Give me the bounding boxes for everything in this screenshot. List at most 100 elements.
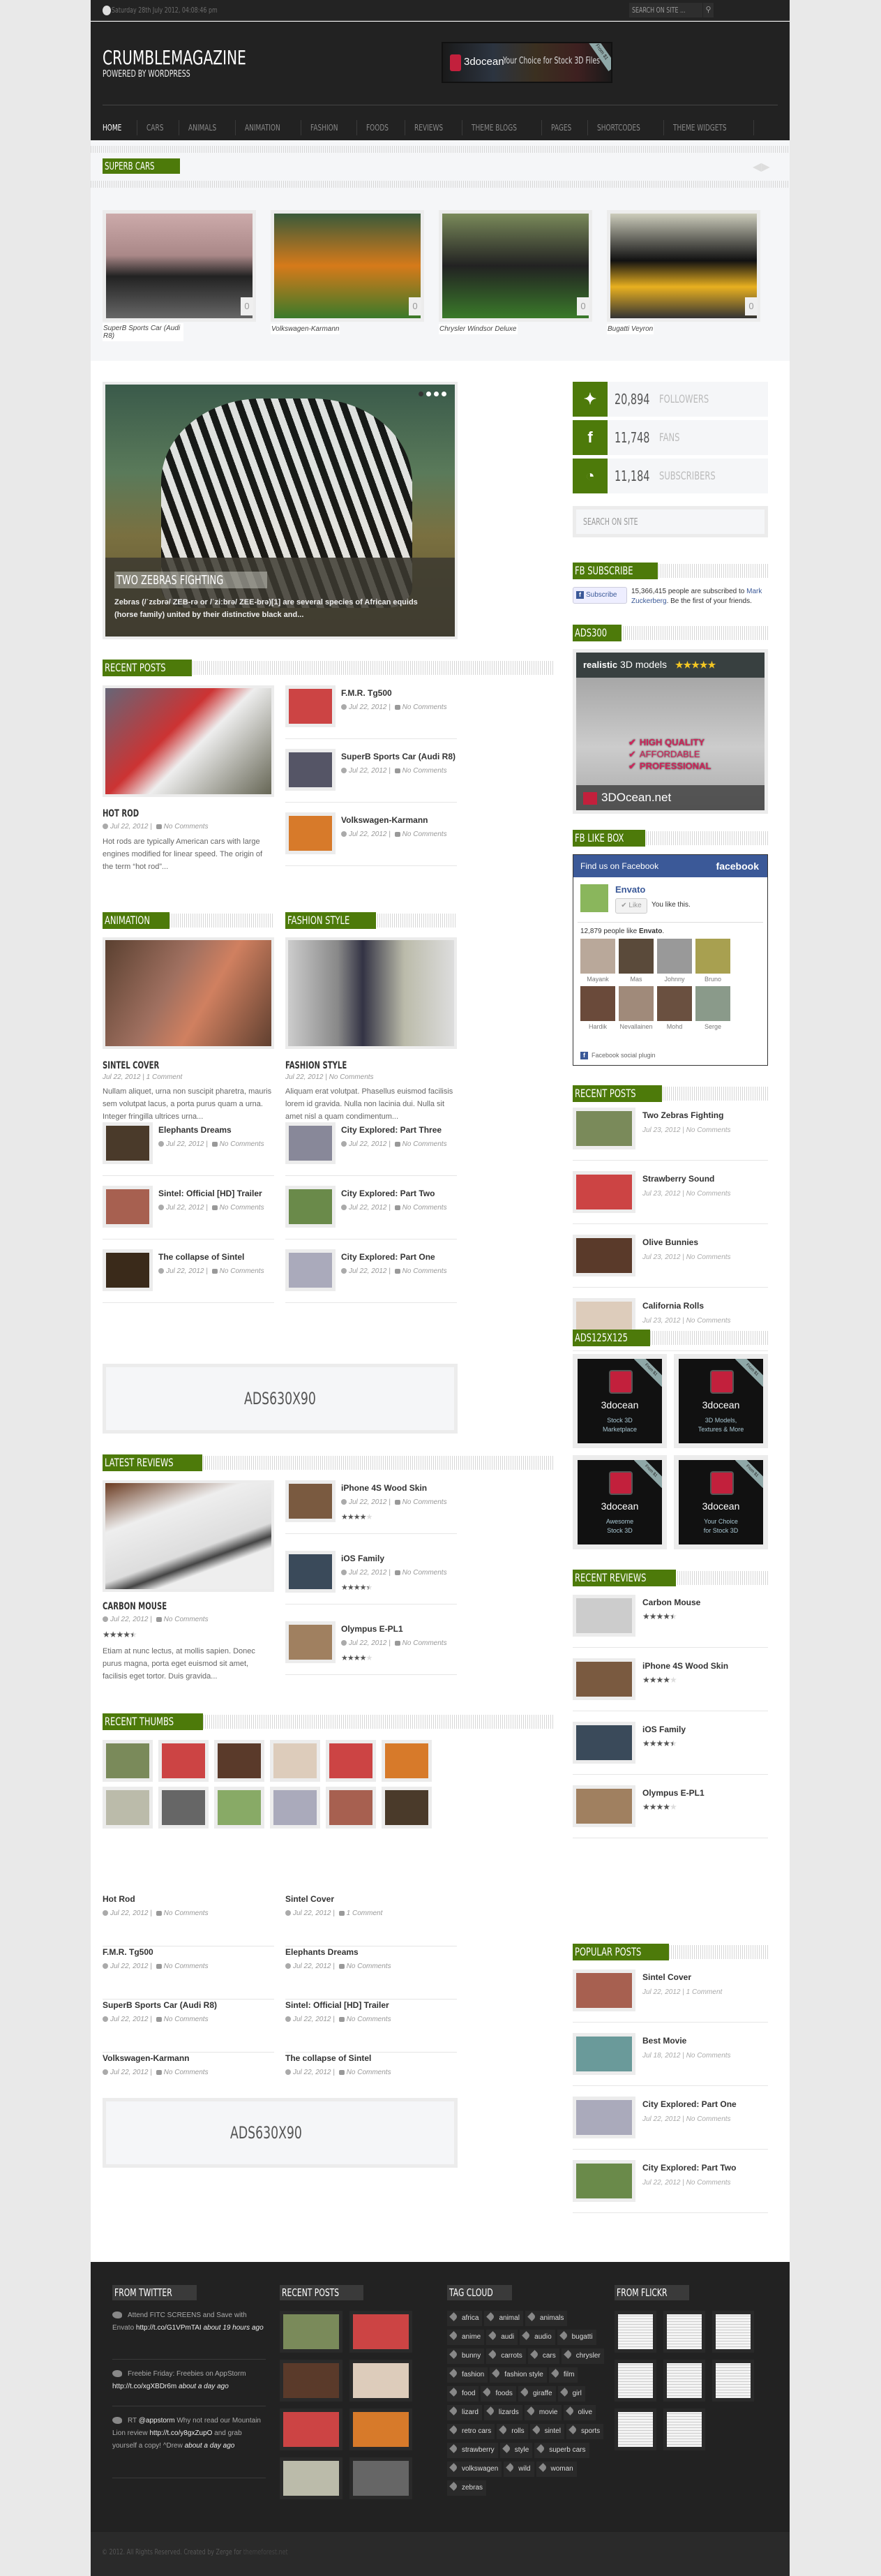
fb-fan[interactable]: Mas (619, 939, 654, 983)
post-thumbnail[interactable] (285, 1249, 336, 1291)
tag-link[interactable]: audi (486, 2330, 518, 2345)
post-title[interactable]: iPhone 4S Wood Skin (642, 1661, 728, 1671)
slide-dot[interactable] (442, 392, 446, 396)
nav-item-theme-blogs[interactable]: THEME BLOGS (462, 120, 542, 135)
footer-thumb[interactable] (280, 2409, 342, 2450)
post-list-item[interactable]: Sintel Cover Jul 22, 2012 | 1 Comment (285, 1894, 457, 1947)
recent-thumb[interactable] (214, 1787, 264, 1829)
tag-link[interactable]: cars (527, 2348, 559, 2364)
facebook-icon[interactable]: f (573, 420, 608, 455)
post-thumbnail[interactable] (573, 1595, 635, 1637)
post-thumbnail[interactable] (103, 1122, 153, 1164)
recent-thumb[interactable] (382, 1740, 432, 1782)
tag-link[interactable]: anime (447, 2330, 485, 2345)
tag-link[interactable]: wild (504, 2462, 534, 2477)
envato-logo[interactable] (580, 884, 608, 912)
flickr-photo[interactable] (663, 2311, 705, 2353)
flickr-photo[interactable] (712, 2360, 754, 2402)
top-search-input[interactable]: SEARCH ON SITE ... (629, 3, 702, 17)
post-title[interactable]: Strawberry Sound (642, 1174, 714, 1184)
header-banner-ad[interactable]: 3docean Your Choice for Stock 3D Files F… (442, 42, 612, 83)
footer-thumb[interactable] (280, 2311, 342, 2353)
post-thumbnail[interactable] (285, 749, 336, 791)
post-title[interactable]: SuperB Sports Car (Audi R8) (103, 2000, 217, 2010)
mention-link[interactable]: @appstorm (139, 2417, 175, 2425)
footer-thumb[interactable] (349, 2360, 412, 2402)
featured-slider[interactable]: TWO ZEBRAS FIGHTING Zebras (/ˈzɛbrə/ ZEB… (103, 382, 458, 639)
review-featured-title[interactable]: CARBON MOUSE (103, 1600, 192, 1612)
fb-fan[interactable]: Mayank (580, 939, 615, 983)
tag-link[interactable]: rolls (497, 2424, 528, 2439)
tag-link[interactable]: girl (557, 2386, 585, 2402)
tag-link[interactable]: chrysler (561, 2348, 604, 2364)
sintel-cover-image[interactable] (103, 937, 274, 1049)
recent-thumb[interactable] (103, 1787, 153, 1829)
car-item[interactable]: 0 Bugatti Veyron (607, 210, 760, 334)
flickr-photo[interactable] (615, 2409, 656, 2450)
slide-title[interactable]: TWO ZEBRAS FIGHTING (114, 572, 267, 588)
slide-dot[interactable] (426, 392, 431, 396)
post-title[interactable]: Sintel Cover (285, 1894, 334, 1904)
recent-thumb[interactable] (326, 1740, 376, 1782)
slider-pagination[interactable] (419, 392, 446, 396)
post-thumbnail[interactable] (573, 1785, 635, 1827)
next-arrow-icon[interactable]: ▶ (761, 161, 769, 173)
fb-fan[interactable]: Mohd (657, 986, 692, 1030)
nav-item-home[interactable]: HOME (103, 120, 138, 135)
post-title[interactable]: F.M.R. Tg500 (341, 688, 392, 698)
post-thumbnail[interactable] (573, 2160, 635, 2202)
themeforest-link[interactable]: themeforest.net (243, 2547, 288, 2556)
sidebar-post[interactable]: iPhone 4S Wood Skin ★★★★★ (573, 1658, 768, 1722)
slide-dot[interactable] (419, 392, 423, 396)
fb-fan[interactable]: Bruno (695, 939, 730, 983)
post-list-item[interactable]: SuperB Sports Car (Audi R8) Jul 22, 2012 … (103, 2000, 274, 2053)
carbon-mouse-image[interactable] (103, 1480, 274, 1592)
footer-thumb[interactable] (349, 2311, 412, 2353)
tag-link[interactable]: food (447, 2386, 479, 2402)
ad-300-banner[interactable]: realistic 3D models ★★★★★ ✔ HIGH QUALITY ✔ A… (573, 649, 768, 814)
post-thumbnail[interactable] (285, 812, 336, 854)
car-item[interactable]: 0 Volkswagen-Karmann (271, 210, 424, 334)
fashion-style-image[interactable] (285, 937, 457, 1049)
sidebar-post[interactable]: Two Zebras Fighting Jul 23, 2012 | No Com… (573, 1108, 768, 1171)
tag-link[interactable]: zebras (447, 2480, 487, 2496)
tag-link[interactable]: lizards (483, 2405, 522, 2420)
tag-link[interactable]: style (499, 2443, 533, 2458)
slide-dot[interactable] (434, 392, 439, 396)
post-thumbnail[interactable] (285, 1186, 336, 1228)
tweet-link[interactable]: http://t.co/G1VPmTAI (136, 2324, 202, 2332)
post-thumbnail[interactable] (573, 1171, 635, 1213)
fb-subscribe-button[interactable]: f Subscribe (573, 587, 627, 604)
flickr-photo[interactable] (663, 2360, 705, 2402)
post-title[interactable]: Hot Rod (103, 1894, 135, 1904)
featured-post-title[interactable]: HOT ROD (103, 807, 153, 819)
flickr-photo[interactable] (712, 2311, 754, 2353)
fb-fan[interactable]: Johnny (657, 939, 692, 983)
post-title[interactable]: The collapse of Sintel (158, 1252, 244, 1262)
tag-link[interactable]: sports (566, 2424, 604, 2439)
tag-link[interactable]: fashion (447, 2367, 488, 2383)
site-title[interactable]: CRUMBLEMAGAZINE (103, 46, 246, 69)
tag-link[interactable]: africa (447, 2311, 483, 2326)
footer-thumb[interactable] (280, 2360, 342, 2402)
post-thumbnail[interactable] (285, 1621, 336, 1663)
social-counter[interactable]: ◔ 11,184 SUBSCRIBERS (573, 459, 768, 493)
carousel-arrows[interactable]: ◀▶ (753, 160, 770, 174)
sidebar-post[interactable]: Carbon Mouse ★★★★★ (573, 1595, 768, 1658)
rss-icon[interactable]: ◔ (573, 459, 608, 493)
post-title[interactable]: City Explored: Part Two (642, 2163, 736, 2173)
fb-fan[interactable]: Hardik (580, 986, 615, 1030)
recent-thumb[interactable] (270, 1787, 320, 1829)
car-caption[interactable]: Chrysler Windsor Deluxe (439, 324, 518, 334)
flickr-photo[interactable] (615, 2311, 656, 2353)
tag-link[interactable]: animal (484, 2311, 523, 2326)
post-title[interactable]: Olive Bunnies (642, 1237, 698, 1247)
tag-link[interactable]: foods (481, 2386, 516, 2402)
post-title[interactable]: SuperB Sports Car (Audi R8) (341, 752, 455, 761)
post-thumbnail[interactable] (573, 2097, 635, 2138)
flickr-photo[interactable] (615, 2360, 656, 2402)
footer-thumb[interactable] (280, 2457, 342, 2499)
recent-thumb[interactable] (158, 1787, 209, 1829)
post-thumbnail[interactable] (573, 1722, 635, 1764)
tag-link[interactable]: sintel (529, 2424, 564, 2439)
